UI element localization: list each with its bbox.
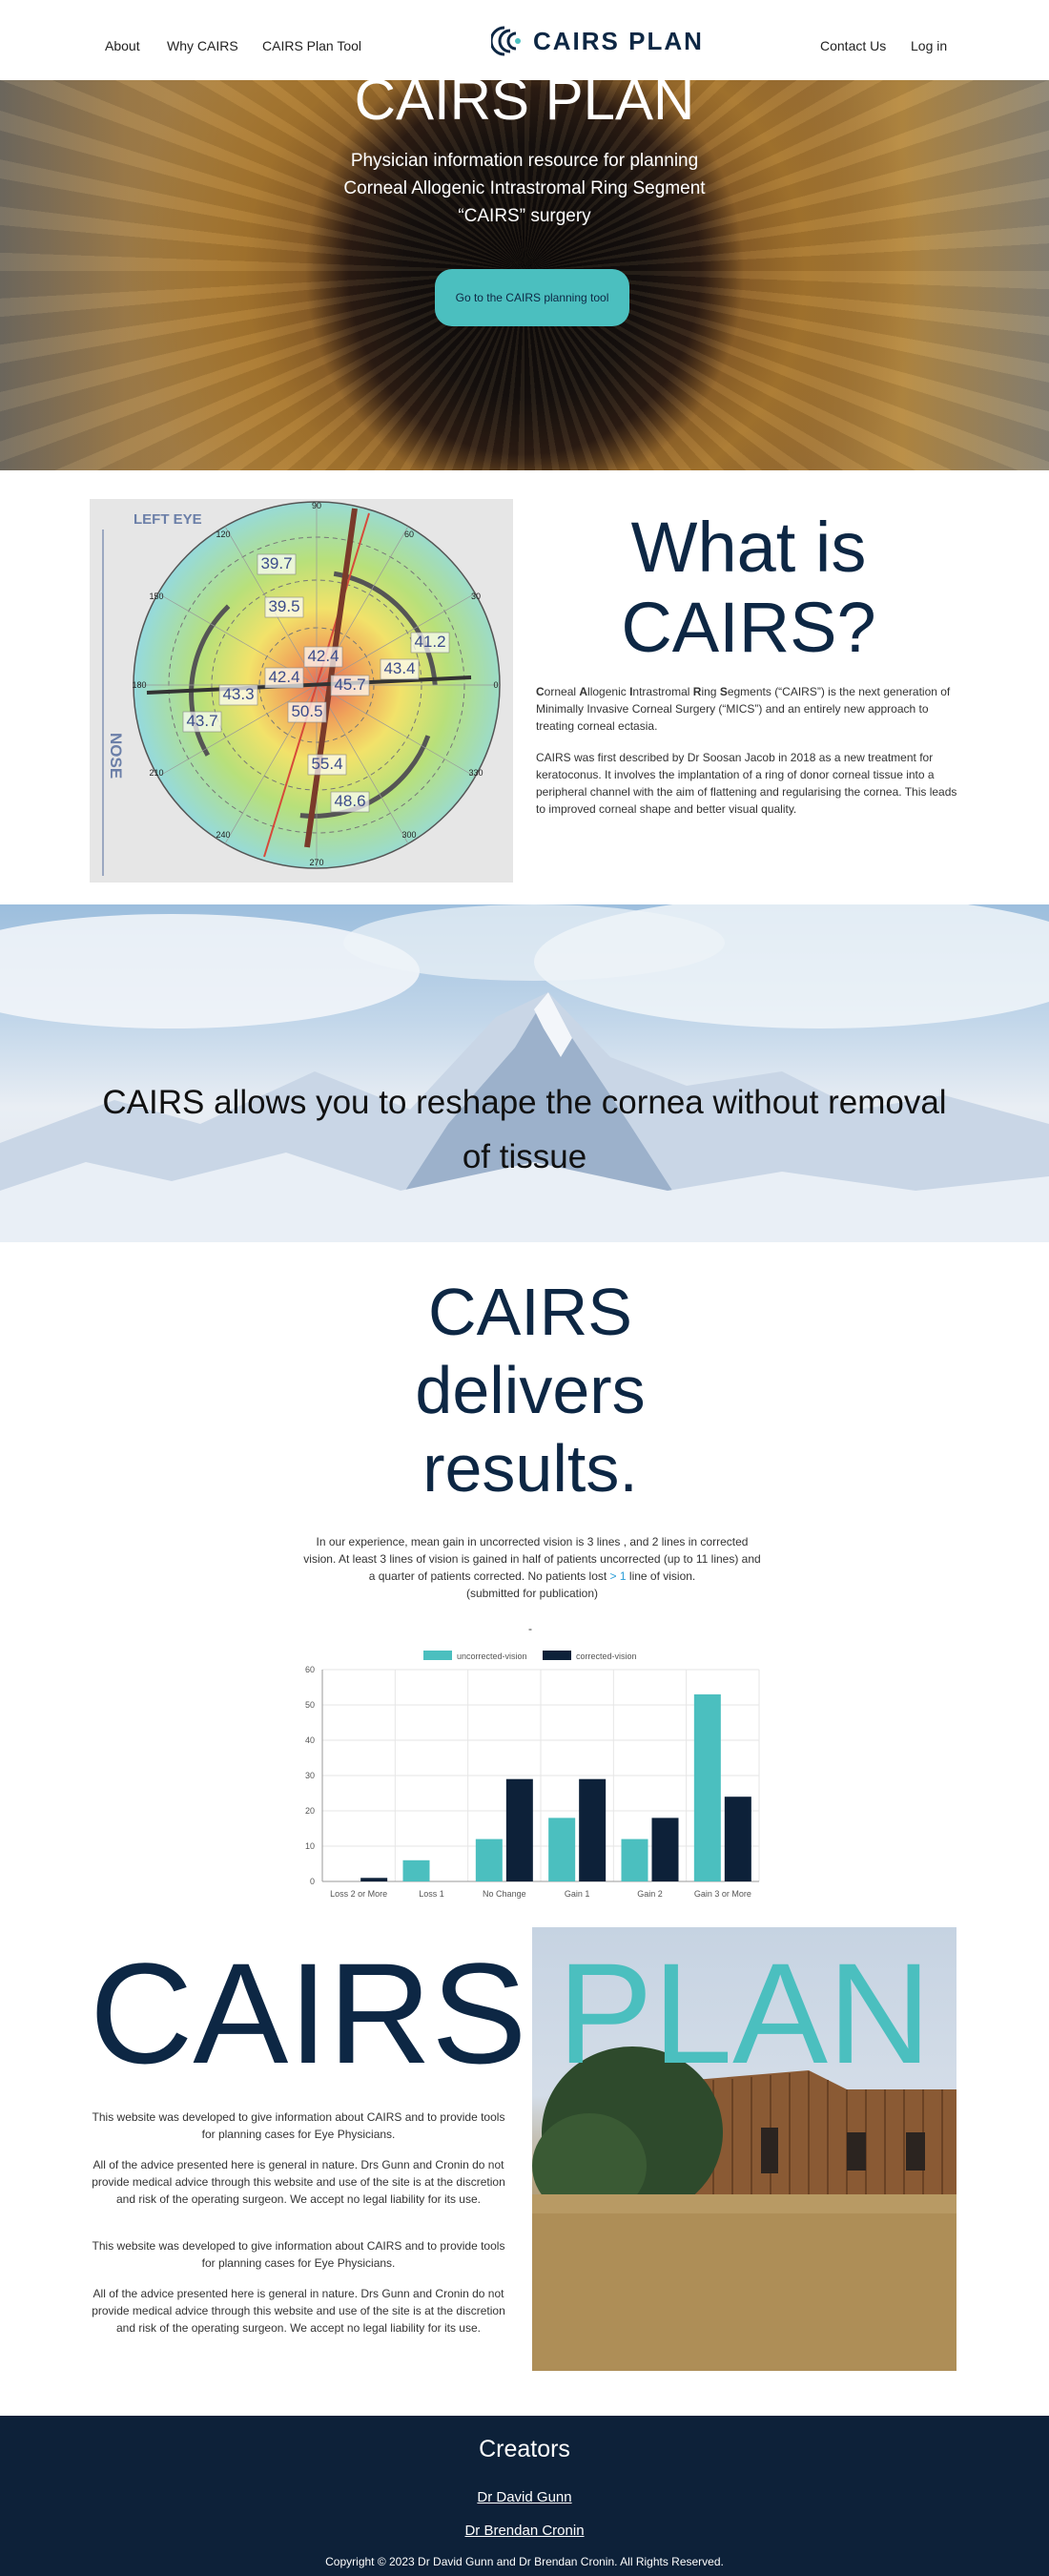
nav-link-why-cairs[interactable]: Why CAIRS: [167, 38, 238, 53]
plan-paragraph: All of the advice presented here is gene…: [92, 2287, 505, 2335]
y-tick-label: 60: [305, 1665, 315, 1674]
y-tick-label: 0: [310, 1877, 315, 1886]
topo-angle-label: 330: [468, 768, 483, 778]
results-text-part: line of vision.: [626, 1569, 696, 1583]
y-tick-label: 50: [305, 1700, 315, 1710]
topo-angle-label: 240: [216, 830, 230, 840]
topo-value: 48.6: [334, 792, 365, 810]
mountain-banner-image: [0, 904, 1049, 1242]
results-highlight: > 1: [609, 1569, 627, 1583]
corneal-topography-map: 90 60 30 0 330 300 270 240 210 180 150 120 39.7 39.5 4…: [90, 499, 513, 883]
cairs-history-text: CAIRS was first described by Dr Soosan J…: [536, 751, 957, 816]
planning-tool-button[interactable]: Go to the CAIRS planning tool: [435, 269, 629, 326]
topo-angle-label: 270: [309, 858, 323, 867]
acronym-letter: A: [579, 685, 588, 698]
topo-value: 43.4: [383, 659, 415, 677]
chart-bar-corrected-vision: [651, 1818, 679, 1881]
separator-dash: -: [528, 1622, 532, 1635]
nose-label: NOSE: [107, 733, 125, 779]
definition-text-part: orneal: [544, 685, 580, 698]
plan-paragraph: All of the advice presented here is gene…: [92, 2158, 505, 2206]
chart-bar-uncorrected-vision: [548, 1818, 576, 1881]
plan-paragraph: This website was developed to give infor…: [92, 2110, 505, 2141]
x-category-label: Gain 1: [565, 1889, 590, 1899]
topo-angle-label: 90: [312, 501, 321, 510]
plan-big-word: PLAN: [557, 1933, 932, 2093]
definition-text-part: ntrastromal: [632, 685, 693, 698]
topo-value: 39.7: [260, 554, 292, 572]
logo-text: CAIRS PLAN: [533, 26, 704, 55]
chart-bar-corrected-vision: [579, 1778, 607, 1881]
delivers-results-heading: CAIRS delivers results.: [415, 1275, 646, 1506]
topo-angle-label: 210: [149, 768, 163, 778]
chart-bar-corrected-vision: [505, 1778, 533, 1881]
what-is-cairs-heading: What is CAIRS?: [621, 508, 876, 667]
y-tick-label: 30: [305, 1771, 315, 1780]
cairs-definition-text: Corneal Allogenic Intrastromal Ring Segm…: [536, 683, 959, 735]
hero-title: CAIRS PLAN: [354, 68, 695, 132]
chart-bar-uncorrected-vision: [693, 1693, 721, 1881]
x-category-label: Gain 2: [637, 1889, 663, 1899]
nav-link-cairs-plan-tool[interactable]: CAIRS Plan Tool: [262, 38, 361, 53]
results-publication-note: (submitted for publication): [465, 1587, 599, 1600]
chart-bar-uncorrected-vision: [621, 1839, 648, 1881]
copyright-text: Copyright © 2023 Dr David Gunn and Dr Br…: [325, 2555, 724, 2568]
nav-link-about[interactable]: About: [105, 38, 140, 53]
mountain-graphic: [0, 904, 1049, 1242]
eye-side-label: LEFT EYE: [134, 511, 202, 528]
x-category-label: Loss 2 or More: [330, 1889, 387, 1899]
nav-link-log-in[interactable]: Log in: [911, 38, 947, 53]
legend-swatch: [423, 1651, 452, 1660]
plan-paragraph: This website was developed to give infor…: [92, 2239, 505, 2270]
y-tick-label: 10: [305, 1841, 315, 1851]
vision-results-chart: 0 10 20 30 40 50 60 Loss 2 or More Loss 1 No Chan…: [292, 1645, 769, 1908]
creator-link-david-gunn[interactable]: Dr David Gunn: [0, 2489, 1049, 2505]
reshape-cornea-tagline: CAIRS allows you to reshape the cornea w…: [102, 1084, 947, 1175]
topo-value: 50.5: [291, 702, 322, 720]
topo-angle-label: 60: [404, 530, 414, 539]
chart-bar-corrected-vision: [724, 1797, 751, 1881]
topo-angle-label: 150: [149, 592, 163, 601]
topo-value: 55.4: [311, 755, 342, 773]
topo-angle-label: 300: [401, 830, 416, 840]
site-logo[interactable]: CAIRS PLAN: [491, 25, 704, 57]
x-category-label: Gain 3 or More: [694, 1889, 751, 1899]
chart-bar-uncorrected-vision: [402, 1859, 430, 1881]
definition-text-part: llogenic: [587, 685, 630, 698]
y-tick-label: 20: [305, 1806, 315, 1816]
topo-angle-label: 180: [132, 680, 146, 690]
x-category-label: Loss 1: [419, 1889, 444, 1899]
footer-title: Creators: [479, 2436, 570, 2462]
topo-value: 39.5: [268, 597, 299, 615]
results-summary-text: In our experience, mean gain in uncorrec…: [301, 1533, 763, 1602]
topo-value: 43.3: [222, 685, 254, 703]
creator-link-brendan-cronin[interactable]: Dr Brendan Cronin: [0, 2523, 1049, 2539]
acronym-letter: C: [536, 685, 545, 698]
vision-bar-chart: 0 10 20 30 40 50 60 Loss 2 or More Loss 1 No Chan…: [305, 1651, 760, 1899]
acronym-letter: S: [719, 685, 728, 698]
legend-swatch: [543, 1651, 571, 1660]
topo-value: 42.4: [268, 668, 299, 686]
legend-label: corrected-vision: [576, 1652, 637, 1661]
topography-graphic: 906030033030027024021018015012039.739.54…: [102, 501, 501, 876]
chart-bar-corrected-vision: [360, 1878, 388, 1881]
y-tick-label: 40: [305, 1735, 315, 1745]
hero-subtitle: Physician information resource for plann…: [343, 151, 706, 226]
cairs-big-word: CAIRS: [90, 1933, 527, 2093]
topo-value: 45.7: [334, 675, 365, 694]
definition-text-part: ing: [701, 685, 720, 698]
topo-value: 42.4: [307, 647, 339, 665]
topo-angle-label: 0: [493, 680, 498, 690]
topo-value: 43.7: [186, 712, 217, 730]
logo-rings-icon: [491, 26, 521, 56]
chart-bar-uncorrected-vision: [475, 1839, 503, 1881]
topo-value: 41.2: [414, 633, 445, 651]
topo-angle-label: 30: [471, 592, 481, 601]
nav-link-contact-us[interactable]: Contact Us: [820, 38, 886, 53]
legend-label: uncorrected-vision: [457, 1652, 527, 1661]
x-category-label: No Change: [483, 1889, 526, 1899]
topo-angle-label: 120: [216, 530, 230, 539]
